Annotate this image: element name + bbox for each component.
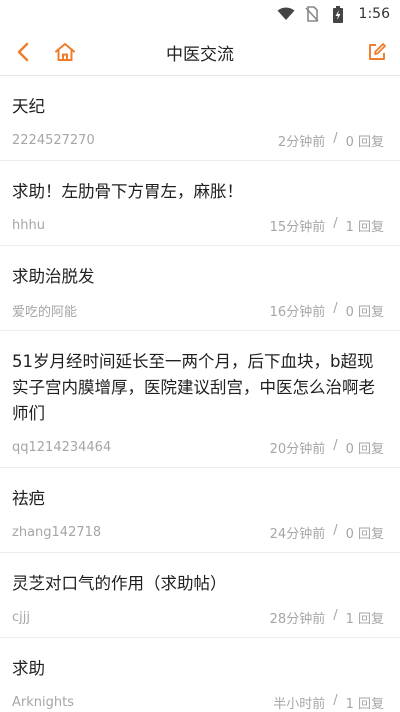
post-item[interactable]: 求助！左肋骨下方胃左，麻胀！ hhhu 15分钟前 / 1 回复 (0, 161, 400, 246)
post-replies: 0 回复 (345, 441, 384, 457)
no-sim-icon (303, 6, 321, 22)
post-time: 28分钟前 (269, 611, 326, 627)
meta-separator: / (333, 522, 338, 538)
chevron-left-icon (17, 42, 29, 62)
meta-separator: / (333, 437, 338, 453)
post-item[interactable]: 祛疤 zhang142718 24分钟前 / 0 回复 (0, 468, 400, 553)
post-author: 2224527270 (12, 132, 95, 148)
post-meta: Arknights 半小时前 / 1 回复 (12, 682, 384, 712)
post-list: 天纪 2224527270 2分钟前 / 0 回复 求助！左肋骨下方胃左，麻胀！… (0, 76, 400, 712)
compose-icon (369, 43, 386, 60)
compose-button[interactable] (364, 39, 390, 65)
post-time: 2分钟前 (277, 134, 326, 150)
post-item[interactable]: 天纪 2224527270 2分钟前 / 0 回复 (0, 76, 400, 161)
post-item[interactable]: 51岁月经时间延长至一两个月，后下血块，b超现实子宫内膜增厚，医院建议刮宫，中医… (0, 331, 400, 468)
home-icon (55, 43, 75, 61)
status-bar: 1:56 (0, 0, 400, 28)
meta-separator: / (333, 300, 338, 316)
post-meta: hhhu 15分钟前 / 1 回复 (12, 205, 384, 245)
post-title: 灵芝对口气的作用（求助帖） (12, 574, 227, 593)
post-title: 求助治脱发 (12, 267, 95, 286)
post-author: Arknights (12, 694, 74, 710)
post-meta: 爱吃的阿能 16分钟前 / 0 回复 (12, 290, 384, 330)
post-meta: zhang142718 24分钟前 / 0 回复 (12, 512, 384, 552)
post-replies: 1 回复 (345, 219, 384, 235)
post-replies: 0 回复 (345, 304, 384, 320)
post-time: 24分钟前 (269, 526, 326, 542)
post-author: 爱吃的阿能 (12, 304, 78, 320)
post-time: 20分钟前 (269, 441, 326, 457)
battery-charging-icon (329, 5, 347, 23)
post-time: 16分钟前 (269, 304, 326, 320)
back-button[interactable] (10, 39, 36, 65)
meta-separator: / (333, 607, 338, 623)
post-author: qq1214234464 (12, 439, 112, 455)
home-button[interactable] (52, 39, 78, 65)
post-item[interactable]: 求助 Arknights 半小时前 / 1 回复 (0, 638, 400, 712)
post-title: 求助！左肋骨下方胃左，麻胀！ (12, 182, 243, 201)
screen: 1:56 中医交流 天纪 2224527270 2分钟前 / 0 回复 求助！左… (0, 0, 400, 712)
post-replies: 0 回复 (345, 526, 384, 542)
post-item[interactable]: 灵芝对口气的作用（求助帖） cjjj 28分钟前 / 1 回复 (0, 553, 400, 638)
post-author: cjjj (12, 609, 30, 625)
post-author: hhhu (12, 217, 45, 233)
post-time: 15分钟前 (269, 219, 326, 235)
post-replies: 1 回复 (345, 696, 384, 712)
post-title: 天纪 (12, 97, 45, 116)
post-replies: 0 回复 (345, 134, 384, 150)
post-title: 51岁月经时间延长至一两个月，后下血块，b超现实子宫内膜增厚，医院建议刮宫，中医… (12, 352, 375, 423)
meta-separator: / (333, 692, 338, 708)
meta-separator: / (333, 130, 338, 146)
post-title: 祛疤 (12, 489, 45, 508)
meta-separator: / (333, 215, 338, 231)
post-title: 求助 (12, 659, 45, 678)
status-time: 1:56 (358, 6, 390, 22)
wifi-icon (277, 6, 295, 22)
post-item[interactable]: 求助治脱发 爱吃的阿能 16分钟前 / 0 回复 (0, 246, 400, 331)
post-meta: 2224527270 2分钟前 / 0 回复 (12, 120, 384, 160)
post-time: 半小时前 (273, 696, 326, 712)
post-replies: 1 回复 (345, 611, 384, 627)
post-meta: qq1214234464 20分钟前 / 0 回复 (12, 427, 384, 467)
app-header: 中医交流 (0, 28, 400, 76)
post-author: zhang142718 (12, 524, 102, 540)
post-meta: cjjj 28分钟前 / 1 回复 (12, 597, 384, 637)
